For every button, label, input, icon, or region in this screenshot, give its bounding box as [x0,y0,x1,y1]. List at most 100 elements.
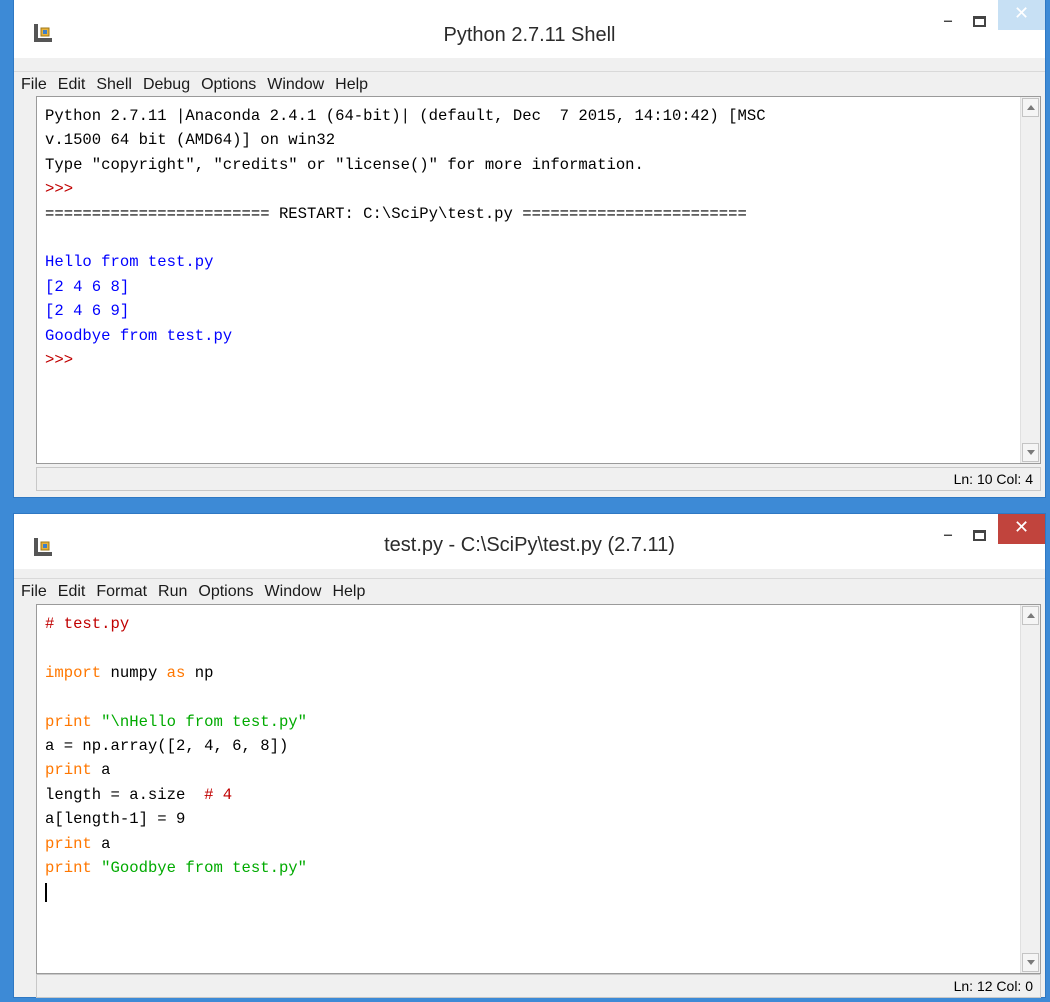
scroll-up-button[interactable] [1022,98,1039,117]
code-line: a = np.array([2, 4, 6, 8]) [45,734,1014,758]
menu-help[interactable]: Help [332,583,365,601]
minimize-button[interactable]: – [935,8,961,38]
code-line: length = a.size # 4 [45,783,1014,807]
minimize-icon: – [943,522,953,546]
code-token: Hello from test.py [45,253,214,272]
maximize-icon [973,530,986,541]
maximize-button[interactable] [965,6,993,36]
code-token: a = np.array([2, 4, 6, 8]) [45,737,289,756]
shell-window[interactable]: Python 2.7.11 Shell – ✕ File Edit Shell … [13,0,1046,498]
scroll-down-icon [1027,450,1035,455]
editor-scrollbar[interactable] [1020,605,1040,973]
code-token: [2 4 6 8] [45,277,130,296]
shell-text-area[interactable]: Python 2.7.11 |Anaconda 2.4.1 (64-bit)| … [36,96,1041,464]
menu-shell[interactable]: Shell [96,76,132,94]
code-line: [2 4 6 8] [45,275,1014,299]
shell-menubar: File Edit Shell Debug Options Window Hel… [14,71,1045,97]
code-token: # test.py [45,615,130,633]
code-token: import [45,663,102,682]
maximize-button[interactable] [965,520,993,550]
shell-titlebar[interactable]: Python 2.7.11 Shell – ✕ [14,0,1045,58]
code-token: np [185,663,214,682]
code-line: >>> [45,177,1014,201]
code-token: >>> [45,180,83,199]
close-icon: ✕ [1013,3,1030,24]
minimize-icon: – [943,8,953,32]
menu-run[interactable]: Run [158,583,187,601]
minimize-button[interactable]: – [935,522,961,552]
code-token: a [91,761,111,780]
code-token: >>> [45,351,83,370]
code-token: as [166,663,186,682]
code-line: print "Goodbye from test.py" [45,856,1014,880]
scroll-down-button[interactable] [1022,953,1039,972]
editor-code[interactable]: # test.py import numpy as np print "\nHe… [45,612,1014,905]
menu-window[interactable]: Window [265,583,322,601]
code-line: print "\nHello from test.py" [45,710,1014,734]
code-line: a[length-1] = 9 [45,807,1014,831]
code-token: "Goodbye from test.py" [101,859,308,878]
code-token: Python 2.7.11 |Anaconda 2.4.1 (64-bit)| … [45,107,766,125]
menu-edit[interactable]: Edit [58,583,86,601]
editor-menubar: File Edit Format Run Options Window Help [14,578,1045,604]
menu-edit[interactable]: Edit [58,76,86,94]
code-line: [2 4 6 9] [45,299,1014,323]
editor-statusbar: Ln: 12 Col: 0 [36,974,1041,998]
code-line: Hello from test.py [45,250,1014,274]
code-line: v.1500 64 bit (AMD64)] on win32 [45,128,1014,152]
shell-statusbar: Ln: 10 Col: 4 [36,467,1041,491]
menu-options[interactable]: Options [198,583,253,601]
code-token: numpy [101,663,167,682]
menu-help[interactable]: Help [335,76,368,94]
code-token: "\nHello from test.py" [101,712,308,731]
code-line: print a [45,832,1014,856]
menu-options[interactable]: Options [201,76,256,94]
code-line: ======================== RESTART: C:\Sci… [45,202,1014,226]
menu-format[interactable]: Format [96,583,147,601]
code-token: Type "copyright", "credits" or "license(… [45,155,644,174]
text-cursor [45,882,47,902]
shell-cursor-position: Ln: 10 Col: 4 [953,471,1033,487]
close-button[interactable]: ✕ [998,0,1045,30]
code-line: print a [45,758,1014,782]
editor-titlebar[interactable]: test.py - C:\SciPy\test.py (2.7.11) – ✕ [14,514,1045,569]
scroll-down-button[interactable] [1022,443,1039,462]
scroll-up-button[interactable] [1022,606,1039,625]
scroll-up-icon [1027,613,1035,618]
maximize-icon [973,16,986,27]
code-token: length = a.size [45,785,205,804]
scroll-up-icon [1027,105,1035,110]
scroll-down-icon [1027,960,1035,965]
code-token: a[length-1] = 9 [45,810,186,829]
code-line: >>> [45,348,1014,372]
menu-file[interactable]: File [21,583,47,601]
menu-window[interactable]: Window [267,76,324,94]
code-line: # test.py [45,612,1014,636]
editor-window[interactable]: test.py - C:\SciPy\test.py (2.7.11) – ✕ … [13,513,1046,998]
close-button[interactable]: ✕ [998,514,1045,544]
code-line: Python 2.7.11 |Anaconda 2.4.1 (64-bit)| … [45,104,1014,128]
menu-debug[interactable]: Debug [143,76,190,94]
code-token: Goodbye from test.py [45,326,233,345]
code-token: [2 4 6 9] [45,302,130,321]
code-token: a [91,834,111,853]
code-line: Type "copyright", "credits" or "license(… [45,153,1014,177]
editor-title: test.py - C:\SciPy\test.py (2.7.11) [384,534,675,556]
close-icon: ✕ [1013,517,1030,538]
code-token: ======================== RESTART: C:\Sci… [45,204,747,223]
shell-output[interactable]: Python 2.7.11 |Anaconda 2.4.1 (64-bit)| … [45,104,1014,372]
shell-scrollbar[interactable] [1020,97,1040,463]
code-token: print [45,712,92,731]
editor-text-area[interactable]: # test.py import numpy as np print "\nHe… [36,604,1041,974]
code-token: print [45,834,92,853]
menu-file[interactable]: File [21,76,47,94]
code-token: print [45,859,92,878]
code-token: # 4 [204,785,233,804]
code-token: print [45,761,92,780]
code-line: import numpy as np [45,661,1014,685]
